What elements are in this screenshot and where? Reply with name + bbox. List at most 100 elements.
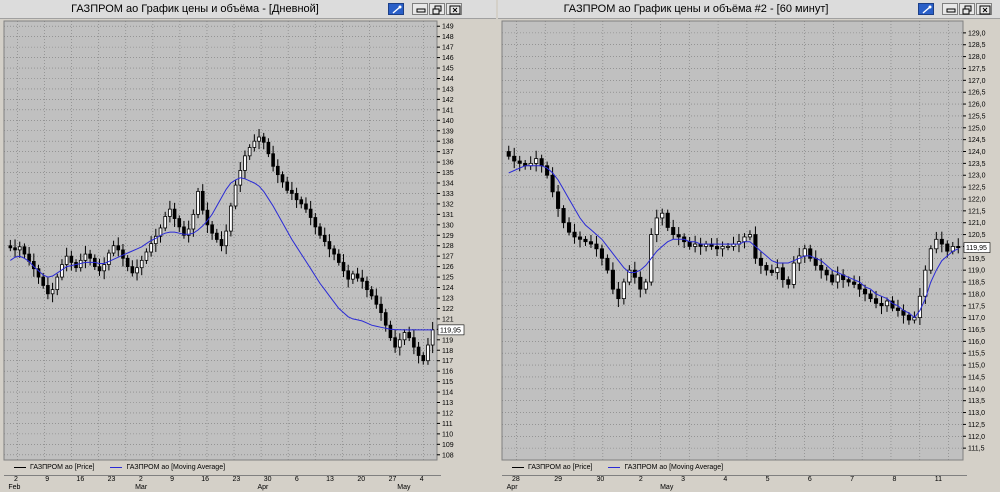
candle-body [945,243,950,252]
chart-window-daily[interactable]: ГАЗПРОМ ао График цены и объёма - [Дневн… [0,0,496,492]
candle-body [41,276,45,286]
x-month-label: Apr [257,484,269,491]
candle-body [824,269,829,276]
candle-body [64,255,69,265]
candle-body [566,222,572,233]
candle-body [191,213,196,230]
candle-body [884,300,890,307]
candle-body [69,255,74,263]
candle-body [365,280,369,291]
last-price-label: 119,95 [440,327,461,334]
minimize-icon[interactable] [412,3,428,15]
candle-body [125,257,130,268]
chart-legend: ГАЗПРОМ ао [Price] ГАЗПРОМ ао [Moving Av… [512,464,737,471]
x-tick-label: 4 [723,476,728,483]
y-tick-label: 110 [442,431,453,438]
x-tick-label: 5 [765,476,770,483]
candle-body [561,208,566,224]
candle-body [336,253,341,263]
candle-body [355,273,360,279]
y-tick-label: 131 [442,212,454,219]
candle-body [266,141,271,155]
x-tick-label: 3 [681,476,685,483]
y-tick-label: 108 [442,452,454,459]
pin-icon[interactable] [388,3,404,15]
y-tick-label: 126,0 [968,102,986,109]
candle-body [374,295,379,305]
candle-body [895,307,901,311]
x-tick-label: 16 [201,476,210,483]
candle-body [8,245,13,249]
x-tick-label: 30 [263,476,272,483]
y-tick-label: 124,0 [968,149,986,156]
candle-body [512,155,517,162]
candle-body [643,281,648,290]
y-tick-label: 127,0 [968,78,986,85]
y-tick-label: 114,5 [968,374,985,381]
candle-body [758,257,763,266]
y-tick-label: 123,5 [968,161,986,168]
y-tick-label: 119 [442,337,453,344]
candle-body [83,253,88,261]
candle-body [360,277,365,282]
candle-body [233,184,238,207]
candle-body [135,267,139,274]
candle-body [676,234,681,238]
restore-icon[interactable] [959,3,975,15]
candle-body [318,226,322,236]
candle-body [102,264,106,272]
y-tick-label: 148 [442,34,454,41]
candle-body [97,266,102,272]
candle-body [791,262,796,285]
candle-body [506,151,511,157]
x-tick-label: 16 [76,476,85,483]
minimize-icon[interactable] [942,3,958,15]
candle-body [275,165,280,176]
y-tick-label: 120,5 [968,232,986,239]
window-titlebar[interactable]: ГАЗПРОМ ао График цены и объёма - [Дневн… [0,0,496,19]
x-tick-label: 29 [554,476,563,483]
candle-body [583,238,588,243]
candle-body [294,193,299,201]
candle-body [402,332,407,341]
legend-item-price: ГАЗПРОМ ао [Price] [14,464,94,471]
y-tick-label: 128,5 [968,42,986,49]
price-chart-60min[interactable]: 111,5 112,0 112,5 113,0 113,5 114,0 114,5 115,0… [498,19,1000,463]
y-tick-label: 117 [442,358,453,365]
y-tick-label: 141 [442,107,454,114]
candle-body [144,251,149,261]
close-icon[interactable] [446,3,462,15]
y-tick-label: 125,5 [968,113,986,120]
y-tick-label: 127,5 [968,66,986,73]
window-titlebar[interactable]: ГАЗПРОМ ао График цены и объёма #2 - [60… [498,0,1000,19]
y-tick-label: 140 [442,118,454,125]
candle-body [397,339,402,348]
candle-body [247,147,252,157]
candle-body [923,269,928,297]
y-tick-label: 144 [442,76,454,83]
candle-body [654,217,659,235]
candle-body [572,231,577,238]
x-tick-label: 7 [850,476,855,483]
y-tick-label: 118,5 [968,280,985,287]
y-tick-label: 130 [442,222,454,229]
close-icon[interactable] [976,3,992,15]
y-tick-label: 136 [442,160,454,167]
x-tick-label: 2 [638,476,643,483]
candle-body [594,243,599,250]
y-tick-label: 112,0 [968,434,985,441]
candle-body [846,279,851,283]
y-tick-label: 138 [442,139,454,146]
candle-body [243,155,247,171]
candle-body [430,329,435,346]
pin-icon[interactable] [918,3,934,15]
candle-body [271,153,275,167]
candle-body [196,190,200,215]
restore-icon[interactable] [429,3,445,15]
price-chart-daily[interactable]: 1081091101111121131141151161171181191201… [0,19,496,463]
candle-body [599,248,604,259]
chart-window-60min[interactable]: ГАЗПРОМ ао График цены и объёма #2 - [60… [498,0,1000,492]
candle-body [139,259,144,269]
y-tick-label: 121,5 [968,208,986,215]
candle-body [172,208,177,219]
